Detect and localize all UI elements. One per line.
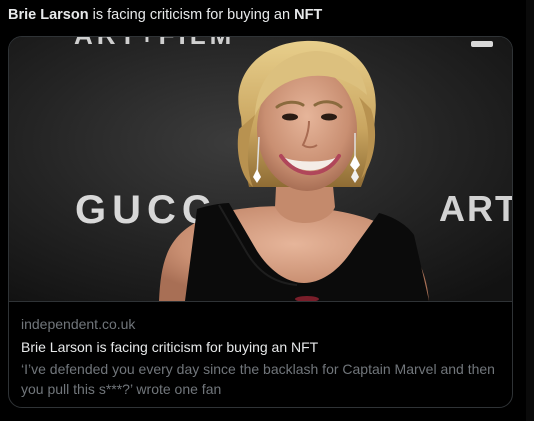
card-body[interactable]: independent.co.uk Brie Larson is facing … xyxy=(9,302,512,407)
card-title: Brie Larson is facing criticism for buyi… xyxy=(21,339,319,355)
card-description: ‘I’ve defended you every day since the b… xyxy=(21,361,495,397)
backdrop-text-right: ART xyxy=(439,188,512,229)
card-photo: ART+FILM GUCC ART xyxy=(9,37,512,301)
card-domain: independent.co.uk xyxy=(21,316,136,332)
tweet-page: Brie Larson is facing criticism for buyi… xyxy=(0,0,534,421)
scrollbar[interactable] xyxy=(526,0,534,421)
tweet-text: Brie Larson is facing criticism for buyi… xyxy=(8,5,528,25)
backdrop-text-top: ART+FILM xyxy=(74,37,235,50)
tweet-text-nft: NFT xyxy=(294,7,323,23)
link-preview-card[interactable]: ART+FILM GUCC ART xyxy=(8,36,513,408)
tweet-text-middle: is facing criticism for buying an xyxy=(88,7,295,23)
card-image[interactable]: ART+FILM GUCC ART xyxy=(9,37,512,302)
tweet-text-name: Brie Larson xyxy=(8,7,89,23)
